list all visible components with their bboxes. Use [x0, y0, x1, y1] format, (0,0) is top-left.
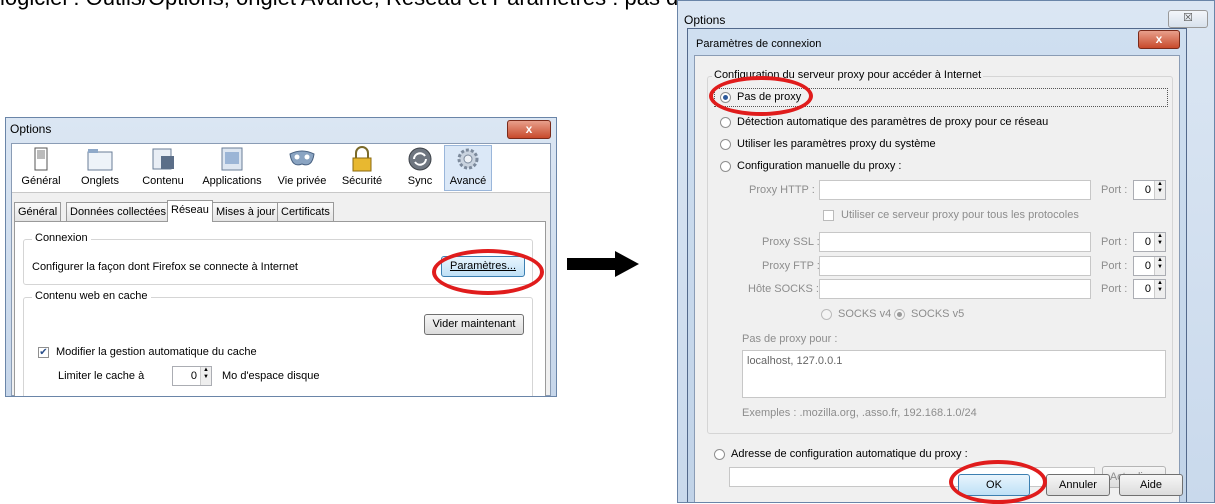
limiter-label: Limiter le cache à: [58, 370, 145, 382]
ssl-input[interactable]: [819, 232, 1091, 252]
options-window-right: Options ☒ Paramètres de connexion x Conf…: [677, 0, 1215, 503]
auto-config-label: Adresse de configuration automatique du …: [731, 448, 968, 460]
tab-donnees-collectees[interactable]: Données collectées: [66, 202, 171, 221]
switch-icon: [34, 147, 48, 171]
spinner-arrows-icon[interactable]: ▲ ▼: [1154, 257, 1165, 275]
auto-detect-radio[interactable]: [720, 117, 731, 128]
examples-text: Exemples : .mozilla.org, .asso.fr, 192.1…: [742, 407, 977, 419]
tabs-icon: [87, 149, 113, 171]
sync-icon: [408, 147, 432, 171]
dialog-client: Configuration du serveur proxy pour accé…: [694, 55, 1180, 502]
options-client: Général Onglets Contenu Applications Vie…: [11, 143, 551, 396]
mo-label: Mo d'espace disque: [222, 370, 320, 382]
arrow-right-icon: [567, 251, 639, 277]
cache-group: Contenu web en cache Vider maintenant ✔ …: [23, 290, 533, 396]
ssl-port-label: Port :: [1101, 236, 1128, 248]
modifier-checkbox[interactable]: ✔: [38, 347, 49, 358]
no-proxy-radio[interactable]: [720, 92, 731, 103]
socks-port-label: Port :: [1101, 283, 1128, 295]
http-input[interactable]: [819, 180, 1091, 200]
proxy-group-title: Configuration du serveur proxy pour accé…: [712, 69, 984, 81]
aide-button[interactable]: Aide: [1119, 474, 1183, 496]
toolbar-general[interactable]: Général: [16, 146, 66, 187]
connexion-title: Connexion: [32, 232, 91, 244]
auto-config-radio[interactable]: [714, 449, 725, 460]
content-icon: [152, 148, 174, 170]
no-proxy-for-textarea[interactable]: localhost, 127.0.0.1: [742, 350, 1166, 398]
ssl-label: Proxy SSL :: [762, 236, 820, 248]
modifier-label: Modifier la gestion automatique du cache: [56, 346, 257, 358]
close-button[interactable]: x: [507, 120, 551, 139]
gear-icon: [457, 148, 479, 170]
proxy-config-group: Configuration du serveur proxy pour accé…: [707, 69, 1173, 434]
system-proxy-label: Utiliser les paramètres proxy du système: [737, 138, 936, 150]
toolbar-avance[interactable]: Avancé: [444, 145, 492, 191]
ftp-label: Proxy FTP :: [762, 260, 820, 272]
tab-reseau[interactable]: Réseau: [167, 200, 213, 222]
socks-port-spinner[interactable]: 0 ▲ ▼: [1133, 279, 1166, 299]
socks-v5-label: SOCKS v5: [911, 308, 965, 320]
http-label: Proxy HTTP :: [749, 184, 815, 196]
use-same-label: Utiliser ce serveur proxy pour tous les …: [841, 209, 1079, 221]
window-title-right: Options: [684, 13, 726, 27]
spinner-arrows-icon[interactable]: ▲ ▼: [200, 367, 211, 385]
toolbar-vie-privee[interactable]: Vie privée: [275, 146, 329, 187]
system-proxy-radio[interactable]: [720, 139, 731, 150]
ftp-port-spinner[interactable]: 0 ▲ ▼: [1133, 256, 1166, 276]
options-toolbar: Général Onglets Contenu Applications Vie…: [12, 144, 550, 193]
spinner-arrows-icon[interactable]: ▲ ▼: [1154, 280, 1165, 298]
tab-certificats[interactable]: Certificats: [277, 202, 334, 221]
ssl-port-spinner[interactable]: 0 ▲ ▼: [1133, 232, 1166, 252]
manual-proxy-label: Configuration manuelle du proxy :: [737, 160, 902, 172]
tab-general[interactable]: Général: [14, 202, 62, 221]
socks-label: Hôte SOCKS :: [748, 283, 819, 295]
http-port-spinner[interactable]: 0 ▲ ▼: [1133, 180, 1166, 200]
spinner-arrows-icon[interactable]: ▲ ▼: [1154, 181, 1165, 199]
socks-input[interactable]: [819, 279, 1091, 299]
toolbar-onglets[interactable]: Onglets: [75, 146, 125, 187]
applications-icon: [221, 147, 243, 171]
auto-config-input[interactable]: [729, 467, 1095, 487]
manual-proxy-radio[interactable]: [720, 161, 731, 172]
socks-v4-label: SOCKS v4: [838, 308, 892, 320]
reseau-panel: Connexion Configurer la façon dont Firef…: [14, 221, 546, 396]
socks-v5-radio[interactable]: [894, 309, 905, 320]
cache-size-spinner[interactable]: 0 ▲ ▼: [172, 366, 212, 386]
use-same-checkbox[interactable]: [823, 210, 834, 221]
toolbar-sync[interactable]: Sync: [400, 146, 440, 187]
dialog-title: Paramètres de connexion: [696, 38, 822, 50]
toolbar-securite[interactable]: Sécurité: [337, 146, 387, 187]
ok-button[interactable]: OK: [958, 474, 1030, 496]
instruction-text: logiciel : Outils/Options, onglet Avancé…: [0, 0, 750, 10]
connexion-group: Connexion Configurer la façon dont Firef…: [23, 232, 533, 285]
auto-detect-label: Détection automatique des paramètres de …: [737, 116, 1049, 128]
no-proxy-label: Pas de proxy: [737, 91, 802, 103]
connexion-text: Configurer la façon dont Firefox se conn…: [32, 261, 298, 273]
ftp-port-label: Port :: [1101, 260, 1128, 272]
spinner-arrows-icon[interactable]: ▲ ▼: [1154, 233, 1165, 251]
window-title: Options: [10, 122, 52, 136]
mask-icon: [289, 150, 315, 166]
annuler-button[interactable]: Annuler: [1046, 474, 1110, 496]
cache-title: Contenu web en cache: [32, 290, 151, 302]
lock-icon: [352, 146, 372, 172]
parametres-button[interactable]: Paramètres...: [441, 256, 525, 277]
no-proxy-for-label: Pas de proxy pour :: [742, 333, 838, 345]
ftp-input[interactable]: [819, 256, 1091, 276]
toolbar-applications[interactable]: Applications: [198, 146, 266, 187]
toolbar-contenu[interactable]: Contenu: [136, 146, 190, 187]
http-port-label: Port :: [1101, 184, 1128, 196]
options-window-left: Options x Général Onglets Contenu Applic…: [5, 117, 557, 397]
socks-v4-radio[interactable]: [821, 309, 832, 320]
dialog-close-button[interactable]: x: [1138, 30, 1180, 49]
vider-maintenant-button[interactable]: Vider maintenant: [424, 314, 524, 335]
tab-mises-a-jour[interactable]: Mises à jour: [212, 202, 280, 221]
close-button-right[interactable]: ☒: [1168, 10, 1208, 28]
connection-settings-dialog: Paramètres de connexion x Configuration …: [687, 28, 1187, 502]
